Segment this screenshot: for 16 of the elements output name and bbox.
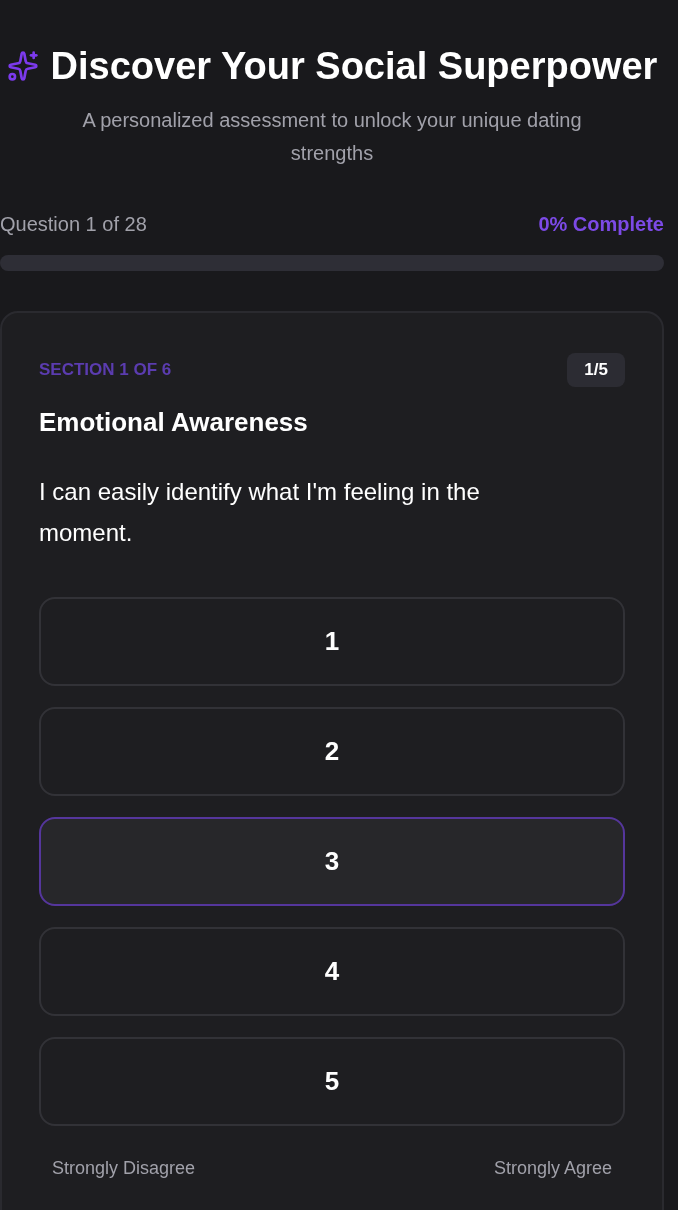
completion-percent: 0% Complete [538, 212, 664, 237]
scale-high-label: Strongly Agree [493, 1157, 612, 1180]
rating-option[interactable]: 2 [39, 707, 625, 796]
rating-option[interactable]: 1 [39, 597, 625, 686]
scale-low-label: Strongly Disagree [52, 1157, 196, 1180]
question-counter: Question 1 of 28 [0, 212, 147, 237]
rating-option[interactable]: 4 [39, 927, 625, 1016]
sparkles-icon [6, 50, 39, 82]
page-title: Discover Your Social Superpower [50, 44, 658, 89]
question-count-badge: 1/5 [567, 353, 625, 387]
rating-option[interactable]: 5 [39, 1037, 625, 1126]
section-label: SECTION 1 OF 6 [39, 359, 172, 381]
page-subtitle: A personalized assessment to unlock your unique dating strengths [81, 108, 583, 166]
rating-option[interactable]: 3 [39, 817, 625, 906]
question-text: I can easily identify what I'm feeling in the moment. [39, 477, 481, 548]
category-title: Emotional Awareness [39, 406, 309, 439]
